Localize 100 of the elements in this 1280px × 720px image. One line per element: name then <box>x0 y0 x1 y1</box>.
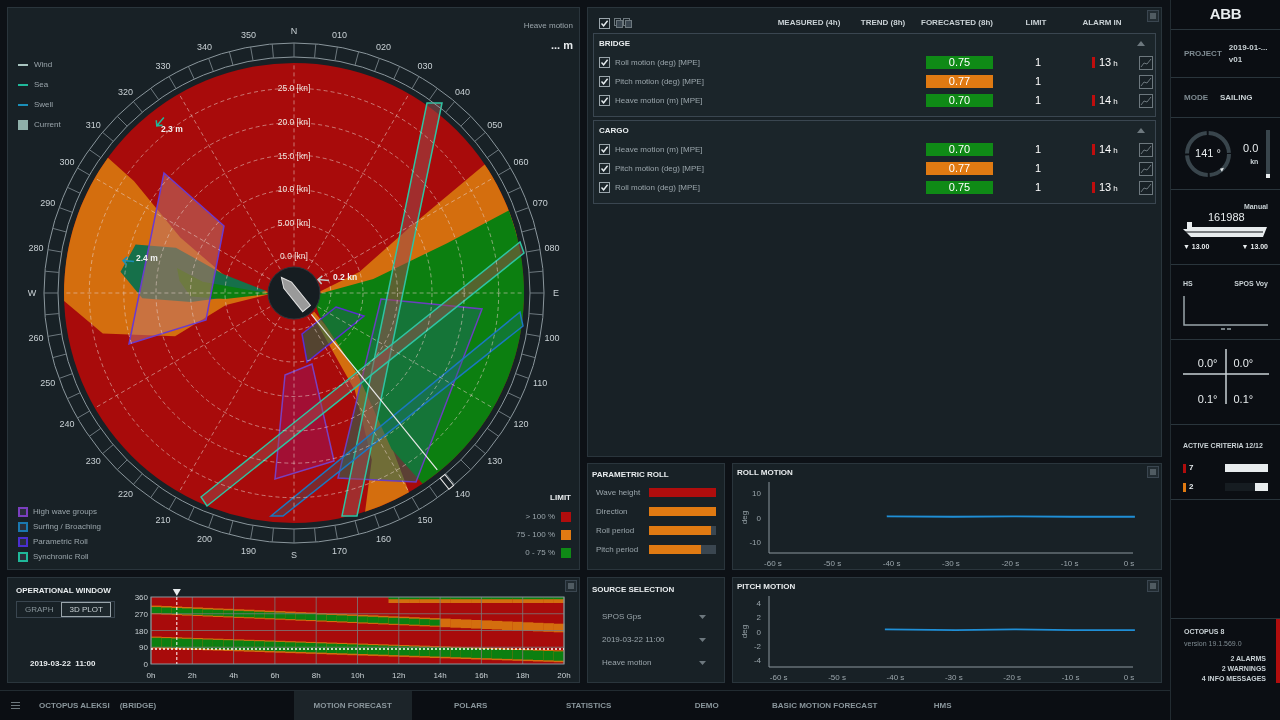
bearing-label: S <box>291 550 297 560</box>
checkbox[interactable] <box>599 17 610 29</box>
axis-tick-label: -40 s <box>886 673 905 682</box>
bearing-label: 150 <box>417 514 433 525</box>
alarm-unit: h <box>1113 183 1118 196</box>
factor-label: Direction <box>596 505 629 518</box>
alarm-hours: 13 <box>1099 180 1112 196</box>
axis-tick-label: 6h <box>270 671 280 680</box>
trend-chart-button[interactable] <box>1139 74 1153 89</box>
limit-value: 1 <box>1033 55 1043 71</box>
checkbox[interactable] <box>599 76 610 87</box>
checkbox[interactable] <box>599 182 610 193</box>
legend-label: Sea <box>34 79 49 91</box>
bearing-label: 030 <box>417 61 433 72</box>
column-header: TREND (8h) <box>859 17 907 29</box>
ship-id: 161988 <box>1208 209 1245 225</box>
column-header: FORECASTED (8h) <box>920 17 994 29</box>
axis-tick-label: -30 s <box>942 559 960 568</box>
checkbox[interactable] <box>599 144 610 155</box>
forecast-value: 0.77 <box>926 75 993 88</box>
trend-chart-button[interactable] <box>1139 161 1153 176</box>
panel-title: PARAMETRIC ROLL <box>592 469 670 481</box>
bearing-label: 220 <box>118 488 134 499</box>
speed-ring-label: 20.0 [kn] <box>277 117 311 127</box>
bearing-label: 130 <box>487 456 503 467</box>
bearing-label: 040 <box>454 87 470 98</box>
axis-tick-label: -60 s <box>769 673 788 682</box>
nav-tab[interactable]: HMS <box>883 690 1002 720</box>
checkbox[interactable] <box>599 163 610 174</box>
view-toggle-button[interactable]: 3D PLOT <box>61 602 111 617</box>
axis-label: deg <box>740 624 749 639</box>
menu-icon <box>1147 580 1159 592</box>
bearing-label: 310 <box>85 119 101 130</box>
checkbox[interactable] <box>599 57 610 68</box>
limit-value: 1 <box>1033 74 1043 90</box>
bearing-label: W <box>27 288 37 298</box>
time-cursor-line <box>176 596 178 665</box>
trend-chart-button[interactable] <box>1139 55 1153 70</box>
axis-tick-label: 4h <box>229 671 239 680</box>
attitude-value: 0.0° <box>1233 355 1254 371</box>
forecast-value: 0.75 <box>926 181 993 194</box>
bearing-label: 160 <box>376 534 392 545</box>
column-header: MEASURED (4h) <box>776 17 842 29</box>
field-label: PROJECT <box>1184 47 1222 60</box>
menu-icon[interactable] <box>11 702 20 709</box>
dropdown[interactable]: SPOS Gps <box>598 607 714 626</box>
axis-tick-label: 4 <box>756 599 761 609</box>
copy-icon <box>614 18 632 28</box>
axis-tick-label: -30 s <box>944 673 963 682</box>
axis-tick-label: -10 <box>749 538 761 547</box>
dropdown[interactable]: 2019-03-22 11:00 <box>598 630 714 649</box>
heading-cursor-icon <box>439 474 455 490</box>
legend-label: 0 - 75 % <box>525 546 555 559</box>
nav-tab[interactable]: STATISTICS <box>529 690 648 720</box>
criterion-label: Heave motion (m) [MPE] <box>615 94 704 107</box>
axis-tick-label: 14h <box>433 671 447 680</box>
alarm-hours: 13 <box>1099 55 1112 71</box>
group-title: BRIDGE <box>599 37 631 50</box>
nav-tab[interactable]: BASIC MOTION FORECAST <box>765 690 884 720</box>
limit-value: 1 <box>1033 161 1043 177</box>
axis-tick-label: -60 s <box>764 559 782 568</box>
field-label: MODE <box>1184 91 1208 104</box>
nav-tab[interactable]: DEMO <box>647 690 766 720</box>
arrow-icon <box>121 256 135 266</box>
trend-chart-button[interactable] <box>1139 93 1153 108</box>
nav-tab[interactable]: MOTION FORECAST <box>293 690 412 720</box>
legend-label: > 100 % <box>525 510 555 523</box>
legend-label: Swell <box>34 99 54 111</box>
dropdown[interactable]: Heave motion <box>598 653 714 672</box>
bearing-label: 020 <box>376 41 392 52</box>
trend-chart-button[interactable] <box>1139 142 1153 157</box>
nav-tab[interactable]: POLARS <box>411 690 530 720</box>
caret-down-icon <box>699 614 706 619</box>
axis-tick-label: 0 <box>756 513 761 523</box>
column-header: ALARM IN <box>1081 17 1123 29</box>
wave-annotation-label: 2.4 m <box>136 253 158 263</box>
heave-value: ... m <box>551 38 573 53</box>
axis-tick-label: 0 <box>143 660 148 669</box>
alarm-indicator-icon <box>1092 144 1095 155</box>
alarm-status-bar <box>1276 619 1280 683</box>
forecast-value: 0.70 <box>926 94 993 107</box>
bearing-label: E <box>553 288 559 298</box>
caret-down-icon <box>699 660 706 665</box>
axis-tick-label: -20 s <box>1001 559 1020 568</box>
legend-label: Wind <box>34 59 53 71</box>
heading-gauge-ring <box>1183 128 1233 179</box>
checkbox[interactable] <box>599 95 610 106</box>
chart-title: Heave motion <box>523 20 573 32</box>
alarm-unit: h <box>1113 58 1118 71</box>
trend-chart-button[interactable] <box>1139 180 1153 195</box>
axis-tick-label: 90 <box>139 643 148 653</box>
axis-tick-label: 360 <box>134 593 148 602</box>
axis-tick-label: 180 <box>134 626 148 636</box>
legend-label: Parametric Roll <box>33 536 88 548</box>
axis-tick-label: 20h <box>557 671 571 680</box>
view-toggle-button[interactable]: GRAPH <box>17 602 62 617</box>
axis-tick-label: 0h <box>146 671 156 680</box>
axis-tick-label: -50 s <box>828 673 846 682</box>
limit-value: 1 <box>1033 142 1043 158</box>
axis-tick-label: -10 s <box>1060 559 1079 568</box>
